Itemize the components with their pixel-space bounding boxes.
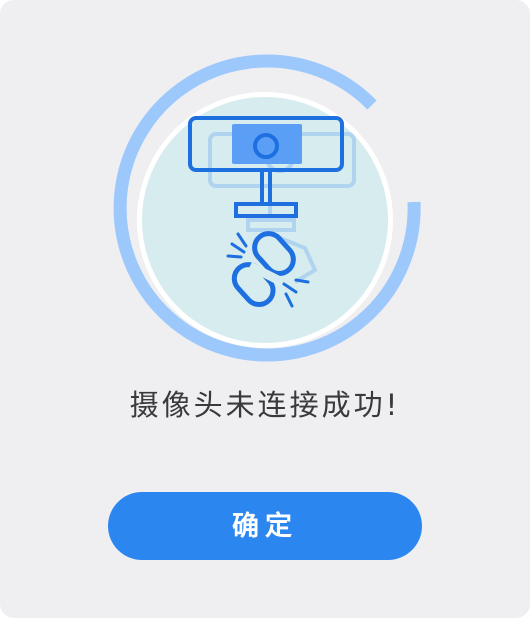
confirm-button[interactable]: 确定 (108, 492, 422, 560)
camera-error-dialog: 摄像头未连接成功! 确定 (0, 0, 530, 618)
camera-disconnected-icon (113, 54, 421, 362)
error-message: 摄像头未连接成功! (129, 388, 401, 422)
